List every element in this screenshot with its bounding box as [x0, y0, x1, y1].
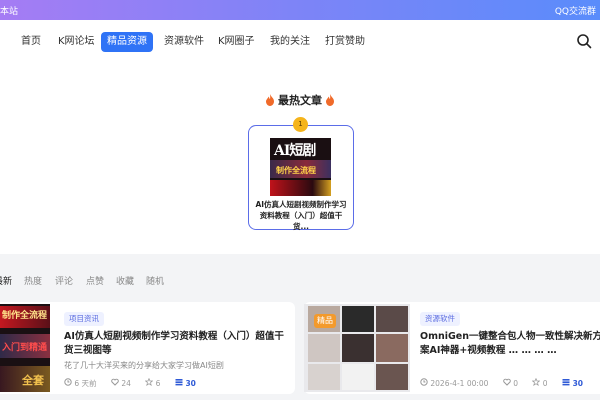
post-hot-count: 30 — [185, 379, 196, 388]
time-meta: 6 天前 — [64, 378, 103, 388]
thumbnail-main-text: AI短剧 — [274, 143, 316, 159]
hot-article-thumbnail[interactable]: AI短剧 制作全流程 — [270, 138, 331, 196]
post-thumbnail[interactable]: 制作全流程 入门到精通 全套 — [0, 304, 50, 392]
post-description: 花了几十大洋买来的分享给大家学习做AI短剧 — [64, 361, 224, 370]
nav-item-home[interactable]: 首页 — [21, 33, 41, 51]
post-stars: 6 — [155, 379, 161, 388]
hot-articles-title: 最热文章 — [278, 94, 322, 107]
rank-badge: 1 — [293, 117, 308, 132]
category-tag[interactable]: 项目资讯 — [64, 312, 104, 326]
post-likes: 0 — [513, 379, 518, 388]
likes-meta: 0 — [503, 378, 524, 388]
stars-meta: 6 — [144, 377, 166, 388]
tab-comments[interactable]: 评论 — [55, 274, 73, 287]
thumbnail-sub-text: 制作全流程 — [276, 166, 316, 175]
hot-article-card[interactable]: 1 AI短剧 制作全流程 AI仿真人短剧视频制作学习资料教程（入门）超值干货..… — [248, 117, 354, 232]
hot-meta: 30 — [562, 379, 589, 388]
post-card[interactable]: 精品 资源软件 OmniGen一键整合包人物一致性解决新方案AI神器+视频教程 … — [304, 302, 600, 394]
nav-item-premium-resources[interactable]: 精品资源 — [101, 32, 153, 52]
main-navigation: 首页 K网论坛 精品资源 资源软件 K网圈子 我的关注 打赏赞助 — [0, 20, 600, 65]
post-meta: 2026-4-1 00:00 0 0 30 — [420, 377, 595, 388]
hot-articles-header: 最热文章 — [0, 92, 600, 108]
star-icon — [144, 377, 154, 387]
fire-icon — [562, 379, 570, 386]
hot-meta: 30 — [175, 379, 202, 388]
nav-item-forum[interactable]: K网论坛 — [58, 33, 95, 51]
clock-icon — [420, 378, 428, 386]
fire-icon — [175, 379, 183, 386]
fire-icon — [266, 94, 274, 106]
nav-item-following[interactable]: 我的关注 — [270, 33, 310, 51]
fire-icon — [326, 94, 334, 106]
tab-likes[interactable]: 点赞 — [86, 274, 104, 287]
hot-articles-section: 最热文章 1 AI短剧 制作全流程 AI仿真人短剧视频制作学习资料教程（入门）超… — [0, 64, 600, 254]
top-announcement-bar: 本站 QQ交流群 — [0, 0, 600, 20]
stars-meta: 0 — [532, 377, 553, 388]
thumbnail-footer — [270, 180, 331, 196]
likes-meta: 24 — [111, 378, 137, 388]
post-hot-count: 30 — [572, 379, 584, 388]
post-time: 6 天前 — [74, 379, 97, 388]
post-meta: 6 天前 24 6 30 — [64, 377, 208, 389]
search-icon[interactable] — [576, 33, 592, 49]
post-thumbnail[interactable]: 精品 — [304, 304, 410, 392]
qq-group-link[interactable]: QQ交流群 — [555, 4, 596, 17]
heart-icon — [111, 378, 119, 386]
time-meta: 2026-4-1 00:00 — [420, 378, 494, 388]
tab-hot[interactable]: 热度 — [24, 274, 42, 287]
thumbnail-top-text: 制作全流程 — [2, 311, 48, 321]
article-sort-tabs: 最新 热度 评论 点赞 收藏 随机 — [0, 270, 600, 290]
category-tag[interactable]: 资源软件 — [420, 312, 460, 326]
post-card[interactable]: 制作全流程 入门到精通 全套 项目资讯 AI仿真人短剧视频制作学习资料教程（入门… — [0, 302, 295, 394]
premium-badge: 精品 — [314, 314, 336, 328]
post-likes: 24 — [121, 379, 131, 388]
post-stars: 0 — [542, 379, 548, 388]
nav-item-circle[interactable]: K网圈子 — [218, 33, 255, 51]
tab-random[interactable]: 随机 — [146, 274, 164, 287]
nav-item-donate[interactable]: 打赏赞助 — [325, 33, 365, 51]
post-title[interactable]: OmniGen一键整合包人物一致性解决新方案AI神器+视频教程 … … … … — [420, 330, 600, 358]
post-title[interactable]: AI仿真人短剧视频制作学习资料教程（入门）超值干货三视图等 — [64, 330, 286, 358]
heart-icon — [503, 378, 511, 386]
star-icon — [532, 377, 541, 387]
clock-icon — [64, 378, 72, 386]
hot-article-title[interactable]: AI仿真人短剧视频制作学习资料教程（入门）超值干货... — [254, 199, 348, 232]
thumbnail-mid-text: 入门到精通 — [2, 343, 48, 353]
nav-item-software[interactable]: 资源软件 — [164, 33, 204, 51]
thumbnail-bottom-text: 全套 — [22, 374, 44, 387]
tab-latest[interactable]: 最新 — [0, 274, 12, 287]
post-time: 2026-4-1 00:00 — [430, 379, 489, 388]
tab-favorites[interactable]: 收藏 — [116, 274, 134, 287]
topbar-left-text: 本站 — [0, 7, 19, 17]
